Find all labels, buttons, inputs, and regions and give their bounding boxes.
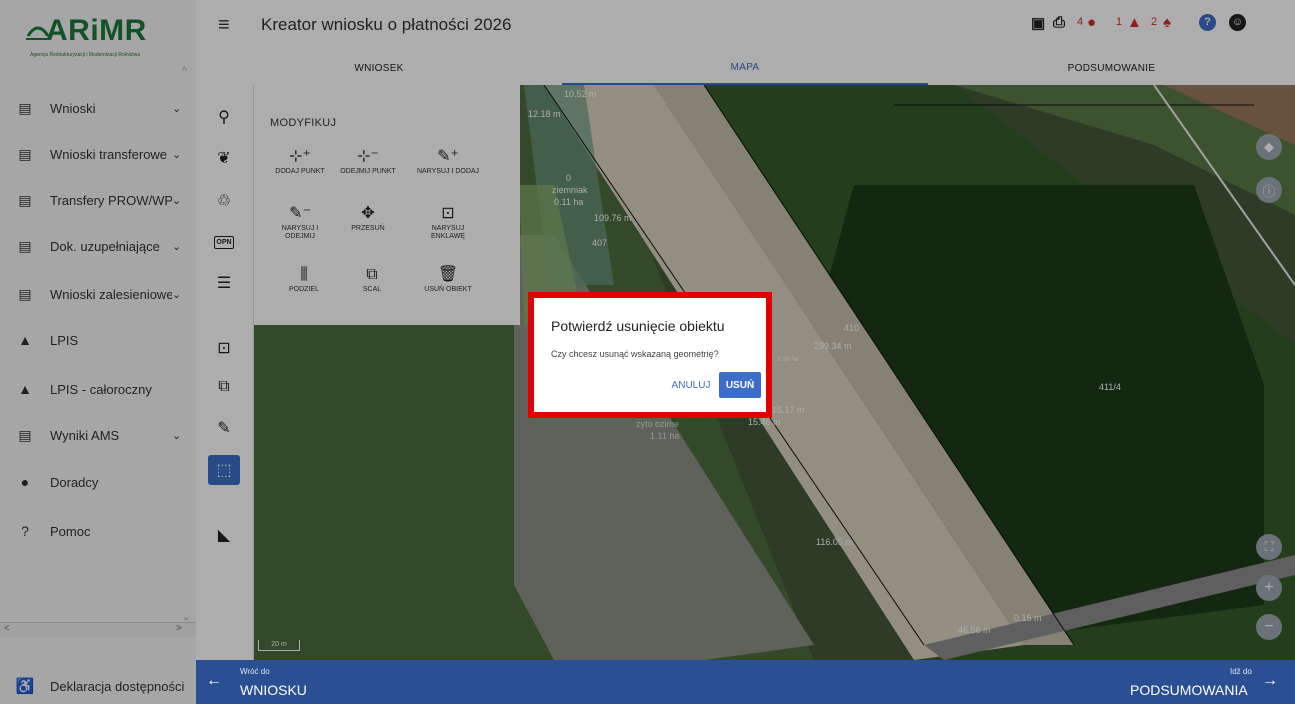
back-small-label: Wróć do: [240, 667, 270, 676]
dialog-message: Czy chcesz usunąć wskazaną geometrię?: [551, 349, 719, 359]
arrow-left-icon[interactable]: ←: [206, 672, 222, 690]
arrow-right-icon[interactable]: →: [1262, 672, 1278, 690]
confirm-delete-button[interactable]: USUŃ: [719, 372, 761, 398]
dialog-title: Potwierdź usunięcie obiektu: [551, 318, 725, 334]
bottom-navigation: ← Wróć do WNIOSKU Idź do PODSUMOWANIA →: [196, 660, 1295, 704]
cancel-button[interactable]: ANULUJ: [669, 372, 713, 398]
next-small-label: Idź do: [1230, 667, 1252, 676]
next-button[interactable]: PODSUMOWANIA: [1130, 682, 1248, 698]
back-button[interactable]: WNIOSKU: [240, 682, 307, 698]
